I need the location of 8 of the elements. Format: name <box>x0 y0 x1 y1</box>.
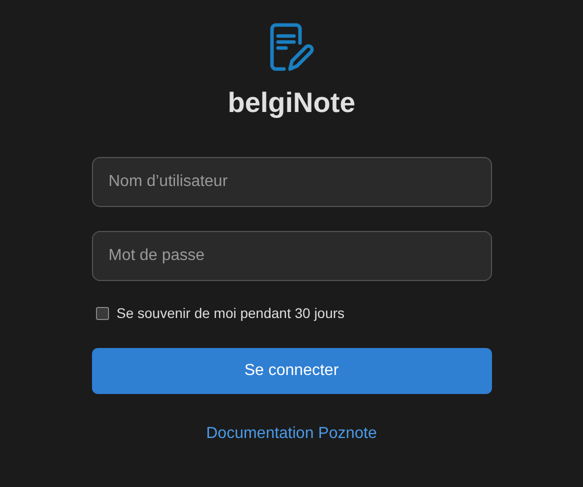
remember-label: Se souvenir de moi pendant 30 jours <box>116 304 345 323</box>
remember-checkbox[interactable] <box>96 307 108 320</box>
documentation-link[interactable]: Documentation Poznote <box>206 422 377 446</box>
login-button[interactable]: Se connecter <box>92 348 492 394</box>
app-title: belgiNote <box>228 86 356 120</box>
username-field[interactable]: Nom d’utilisateur <box>92 157 492 207</box>
password-field[interactable]: Mot de passe <box>92 231 492 281</box>
note-edit-icon <box>268 23 316 73</box>
